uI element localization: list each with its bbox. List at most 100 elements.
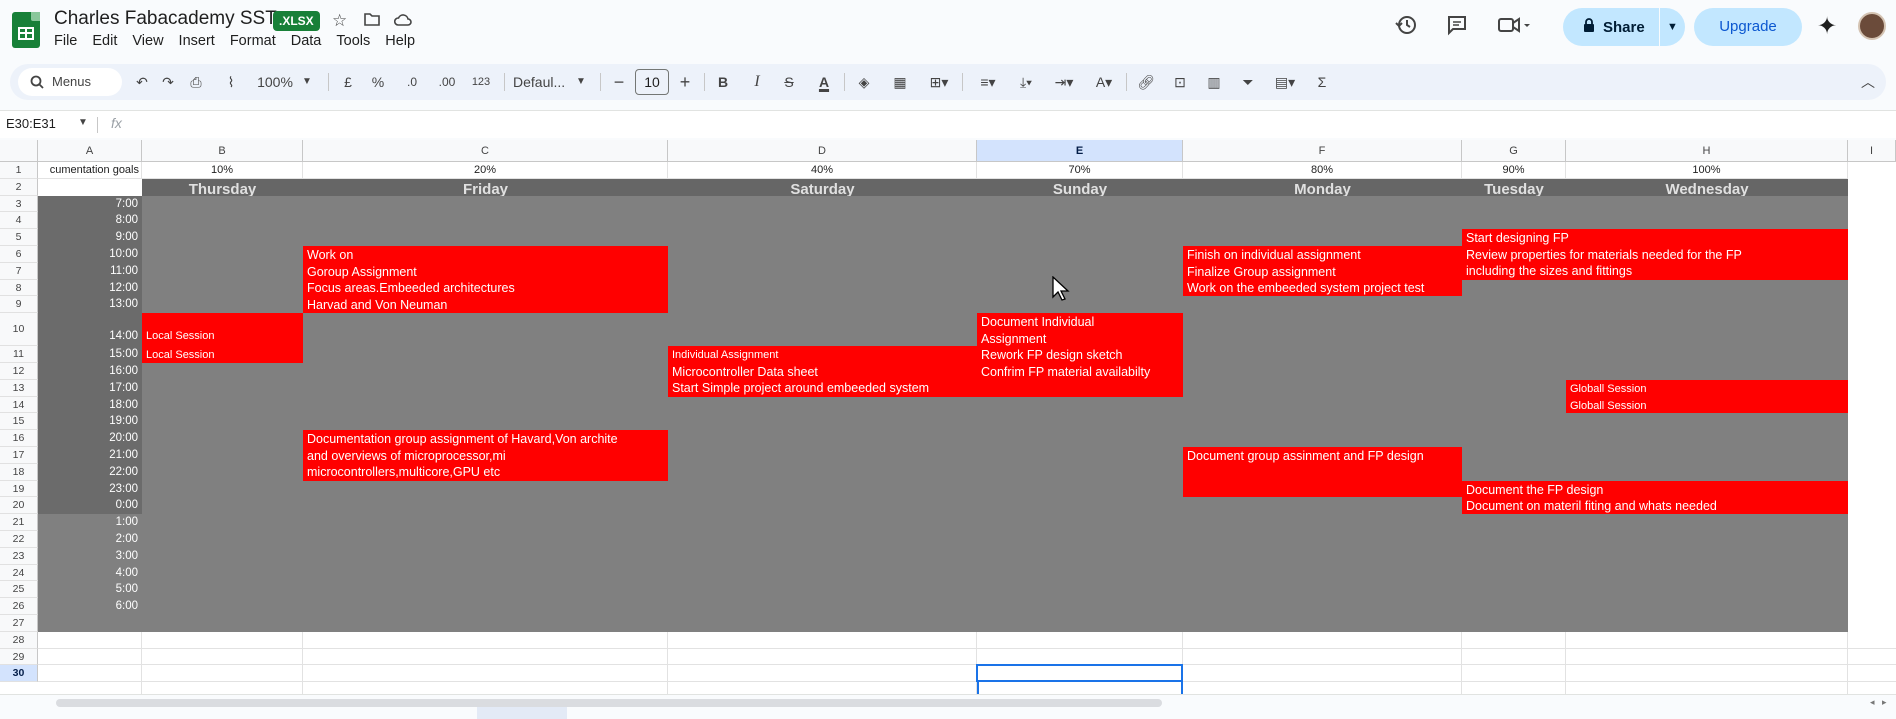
column-header-a[interactable]: A (38, 140, 142, 162)
percent-format[interactable]: % (370, 64, 386, 100)
menus-search[interactable]: Menus (18, 68, 122, 96)
fill-color-icon[interactable]: ◈ (854, 64, 874, 100)
event-sunday[interactable]: Document Individual Assignment Rework FP d… (977, 313, 1183, 397)
number-format-button[interactable]: 123 (466, 64, 496, 100)
event-monday-document[interactable]: Document group assinment and FP design (1183, 447, 1462, 498)
row-header-3[interactable]: 3 (0, 195, 38, 213)
row-header-15[interactable]: 15 (0, 413, 38, 431)
insert-comment-icon[interactable]: ⊡ (1170, 64, 1190, 100)
row-header-29[interactable]: 29 (0, 648, 38, 666)
selected-cell-e30[interactable] (976, 664, 1183, 683)
column-header-e[interactable]: E (977, 140, 1183, 162)
row1-cell-c[interactable]: 20% (303, 162, 668, 179)
upgrade-button[interactable]: Upgrade (1694, 8, 1802, 46)
scroll-left-icon[interactable]: ◂ (1870, 697, 1875, 708)
insert-chart-icon[interactable]: ▥ (1204, 64, 1224, 100)
menu-help[interactable]: Help (385, 33, 424, 49)
row-header-6[interactable]: 6 (0, 246, 38, 263)
font-caret-icon[interactable]: ▼ (574, 64, 588, 100)
strikethrough-button[interactable]: S (780, 64, 798, 100)
row-header-24[interactable]: 24 (0, 564, 38, 582)
document-title[interactable]: Charles Fabacademy SST (54, 8, 277, 30)
row1-cell-d[interactable]: 40% (668, 162, 977, 179)
filter-views-icon[interactable]: ▤▾ (1268, 64, 1302, 100)
row-header-9[interactable]: 9 (0, 296, 38, 314)
event-saturday[interactable]: Individual Assignment Microcontroller Dat… (668, 346, 977, 397)
row-header-21[interactable]: 21 (0, 514, 38, 531)
row-header-28[interactable]: 28 (0, 631, 38, 649)
row-header-19[interactable]: 19 (0, 480, 38, 498)
select-all-corner[interactable] (0, 140, 38, 162)
text-wrapping-icon[interactable]: ⇥▾ (1048, 64, 1080, 100)
menu-data[interactable]: Data (291, 33, 331, 49)
menu-insert[interactable]: Insert (179, 33, 224, 49)
formula-input[interactable] (140, 116, 1840, 134)
avatar[interactable] (1858, 12, 1886, 40)
event-wednesday-global-1[interactable]: Globall Session (1566, 379, 1848, 397)
version-history-icon[interactable] (1395, 14, 1417, 42)
row-header-27[interactable]: 27 (0, 615, 38, 632)
star-icon[interactable]: ☆ (332, 11, 347, 31)
menu-file[interactable]: File (54, 33, 86, 49)
share-dropdown-icon[interactable]: ▼ (1660, 21, 1685, 33)
column-header-b[interactable]: B (142, 140, 303, 162)
move-folder-icon[interactable] (364, 12, 380, 30)
menu-tools[interactable]: Tools (336, 33, 379, 49)
cell-a2[interactable] (38, 178, 142, 196)
redo-icon[interactable]: ↷ (158, 64, 178, 100)
row-header-26[interactable]: 26 (0, 598, 38, 615)
spreadsheet-grid[interactable]: A B C D E F G H I 1 2 3 4 5 6 7 8 9 10 11 12 13 14 15 16 17 18 19 20… (0, 140, 1896, 699)
column-header-g[interactable]: G (1462, 140, 1566, 162)
undo-icon[interactable]: ↶ (132, 64, 152, 100)
event-friday-documentation[interactable]: Documentation group assignment of Havard… (303, 430, 668, 481)
row-header-11[interactable]: 11 (0, 346, 38, 363)
row1-cell-f[interactable]: 80% (1183, 162, 1462, 179)
row1-cell-h[interactable]: 100% (1566, 162, 1848, 179)
event-tuesday-document[interactable]: Document the FP design Document on materi… (1462, 480, 1848, 515)
filter-icon[interactable]: ⏷ (1238, 64, 1258, 100)
event-wednesday-global-2[interactable]: Globall Session (1566, 396, 1848, 414)
share-button[interactable]: Share ▼ (1563, 8, 1685, 46)
column-header-f[interactable]: F (1183, 140, 1462, 162)
row-header-4[interactable]: 4 (0, 212, 38, 230)
column-header-h[interactable]: H (1566, 140, 1848, 162)
functions-button[interactable]: Σ (1312, 64, 1332, 100)
row1-cell-a[interactable]: cumentation goals (38, 162, 142, 179)
row1-cell-g[interactable]: 90% (1462, 162, 1566, 179)
row-header-25[interactable]: 25 (0, 581, 38, 599)
text-color-button[interactable]: A (814, 64, 834, 100)
horizontal-align-icon[interactable]: ≡▾ (972, 64, 1004, 100)
bold-button[interactable]: B (714, 64, 732, 100)
font-size-decrease-icon[interactable]: − (610, 64, 628, 100)
menu-edit[interactable]: Edit (92, 33, 126, 49)
row-header-8[interactable]: 8 (0, 279, 38, 297)
name-box-caret-icon[interactable]: ▼ (78, 117, 88, 128)
text-rotation-icon[interactable]: A▾ (1088, 64, 1120, 100)
row-header-10[interactable]: 10 (0, 313, 38, 347)
row-header-20[interactable]: 20 (0, 497, 38, 515)
horizontal-scrollbar[interactable]: ◂ ▸ (0, 694, 1896, 719)
row-header-18[interactable]: 18 (0, 463, 38, 481)
event-tuesday-fp[interactable]: Start designing FP Review properties for … (1462, 229, 1848, 280)
row-header-12[interactable]: 12 (0, 363, 38, 380)
event-thursday-local-2[interactable]: Local Session (142, 346, 303, 363)
print-icon[interactable]: ⎙ (185, 64, 207, 100)
collapse-toolbar-icon[interactable]: ︿ (1858, 64, 1878, 100)
sheets-logo-icon[interactable] (12, 12, 40, 48)
zoom-caret-icon[interactable]: ▼ (300, 64, 314, 100)
paint-format-icon[interactable]: ⌇ (220, 64, 242, 100)
merge-cells-icon[interactable]: ⊞▾ (922, 64, 956, 100)
meet-video-icon[interactable] (1497, 14, 1531, 42)
borders-icon[interactable]: ▦ (890, 64, 910, 100)
column-header-c[interactable]: C (303, 140, 668, 162)
italic-button[interactable]: I (748, 64, 766, 100)
comments-icon[interactable] (1446, 14, 1468, 42)
row-header-2[interactable]: 2 (0, 178, 38, 196)
vertical-align-icon[interactable]: ⤓▾ (1010, 64, 1042, 100)
row-header-14[interactable]: 14 (0, 396, 38, 414)
font-select[interactable]: Defaul... (510, 64, 572, 100)
row1-cell-b[interactable]: 10% (142, 162, 303, 179)
insert-link-icon[interactable]: 🔗︎ (1136, 64, 1156, 100)
event-thursday-local-1[interactable]: Local Session (142, 313, 303, 347)
event-monday-assignments[interactable]: Finish on individual assignment Finalize … (1183, 246, 1462, 297)
